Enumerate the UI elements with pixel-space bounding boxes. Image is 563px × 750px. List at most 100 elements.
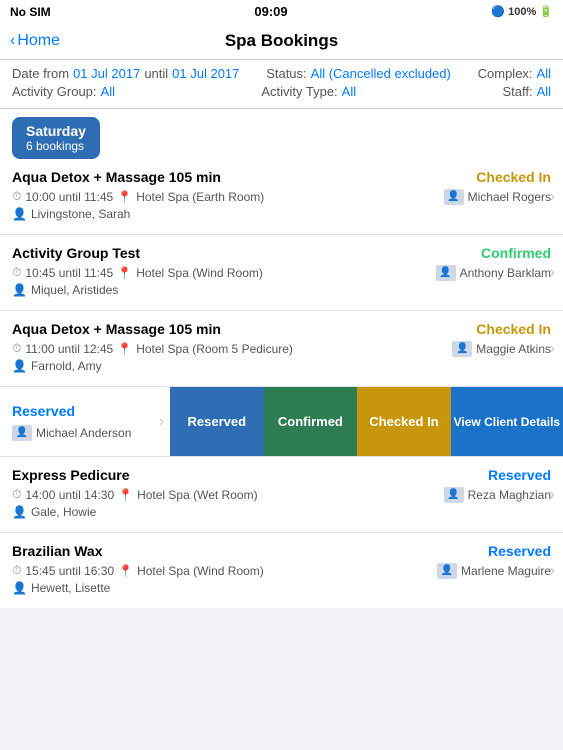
complex-label: Complex: [478,66,533,81]
location-value: Hotel Spa (Wind Room) [136,266,263,280]
booking-right: Confirmed 👤 Anthony Barklam [411,245,551,281]
swipe-action-row: Reserved 👤 Michael Anderson › Reserved C… [0,386,563,456]
date-from-value[interactable]: 01 Jul 2017 [73,66,140,81]
status-value[interactable]: All (Cancelled excluded) [311,66,451,81]
booking-item[interactable]: Aqua Detox + Massage 105 min ⏱ 10:00 unt… [0,159,563,234]
activity-type-value[interactable]: All [342,84,356,99]
swipe-confirmed-button[interactable]: Confirmed [264,387,358,456]
staff-icon: 👤 [444,189,464,205]
activity-group-value[interactable]: All [101,84,115,99]
chevron-icon: › [550,562,555,580]
time-value: 15:45 until 16:30 [25,564,114,578]
staff-row: 👤 Maggie Atkins [452,341,551,357]
location-icon: 📍 [118,564,133,578]
clock-icon: ⏱ [12,265,21,280]
booking-right: Checked In 👤 Maggie Atkins [411,321,551,357]
location-icon: 📍 [117,190,132,204]
booking-left: Activity Group Test ⏱ 10:45 until 11:45 … [12,245,411,300]
activity-type-label: Activity Type: [261,84,337,99]
location-icon: 📍 [117,266,132,280]
day-name: Saturday [26,123,86,139]
location-value: Hotel Spa (Room 5 Pedicure) [136,342,293,356]
clock-icon: ⏱ [12,563,21,578]
bookings-count: 6 bookings [26,139,86,153]
staff-name: Anthony Barklam [460,266,551,280]
status-badge: Reserved [488,467,551,483]
booking-left: Aqua Detox + Massage 105 min ⏱ 11:00 unt… [12,321,411,376]
activity-group-label: Activity Group: [12,84,97,99]
time-value: 14:00 until 14:30 [25,488,114,502]
person-icon: 👤 [12,207,27,221]
swipe-client-row: 👤 Michael Anderson [12,425,158,441]
swipe-reserved-button[interactable]: Reserved [170,387,264,456]
client-name: Farnold, Amy [31,359,102,373]
selected-day-pill[interactable]: Saturday 6 bookings [12,117,100,159]
back-button[interactable]: ‹ Home [10,32,60,50]
swipe-client-name: Michael Anderson [36,426,131,440]
booking-title: Express Pedicure [12,467,411,483]
booking-time: ⏱ 11:00 until 12:45 📍 Hotel Spa (Room 5 … [12,341,411,356]
complex-value[interactable]: All [537,66,551,81]
booking-time: ⏱ 14:00 until 14:30 📍 Hotel Spa (Wet Roo… [12,487,411,502]
nav-bar: ‹ Home Spa Bookings [0,23,563,60]
back-chevron-icon: ‹ [10,32,15,50]
booking-right: Checked In 👤 Michael Rogers [411,169,551,205]
staff-row: 👤 Reza Maghzian [444,487,551,503]
client-name: Hewett, Lisette [31,581,110,595]
chevron-icon: › [550,486,555,504]
booking-title: Aqua Detox + Massage 105 min [12,169,411,185]
booking-left: Express Pedicure ⏱ 14:00 until 14:30 📍 H… [12,467,411,522]
booking-time: ⏱ 10:00 until 11:45 📍 Hotel Spa (Earth R… [12,189,411,204]
booking-item[interactable]: Express Pedicure ⏱ 14:00 until 14:30 📍 H… [0,456,563,532]
date-from-label: Date from [12,66,69,81]
booking-left: Aqua Detox + Massage 105 min ⏱ 10:00 unt… [12,169,411,224]
status-label: Status: [266,66,306,81]
booking-item[interactable]: Aqua Detox + Massage 105 min ⏱ 11:00 unt… [0,310,563,386]
chevron-icon: › [550,188,555,206]
swipe-checked-in-button[interactable]: Checked In [357,387,451,456]
location-value: Hotel Spa (Earth Room) [136,190,264,204]
staff-name: Marlene Maguire [461,564,551,578]
chevron-icon: › [550,264,555,282]
booking-right: Reserved 👤 Reza Maghzian [411,467,551,503]
booking-title: Aqua Detox + Massage 105 min [12,321,411,337]
location-value: Hotel Spa (Wet Room) [137,488,258,502]
status-badge: Reserved [488,543,551,559]
client-name: Gale, Howie [31,505,96,519]
booking-client: 👤 Hewett, Lisette [12,581,411,595]
client-name: Livingstone, Sarah [31,207,130,221]
back-label: Home [17,32,60,50]
staff-value[interactable]: All [537,84,551,99]
staff-icon: 👤 [452,341,472,357]
clock-icon: ⏱ [12,189,21,204]
date-to-value[interactable]: 01 Jul 2017 [172,66,239,81]
status-badge: Checked In [476,321,551,337]
location-value: Hotel Spa (Wind Room) [137,564,264,578]
staff-name: Reza Maghzian [468,488,551,502]
staff-icon: 👤 [444,487,464,503]
booking-left: Brazilian Wax ⏱ 15:45 until 16:30 📍 Hote… [12,543,411,598]
chevron-icon: › [550,340,555,358]
staff-row: 👤 Anthony Barklam [436,265,551,281]
booking-right: Reserved 👤 Marlene Maguire [411,543,551,579]
location-icon: 📍 [118,488,133,502]
swipe-actions: Reserved Confirmed Checked In View Clien… [170,387,563,456]
booking-title: Activity Group Test [12,245,411,261]
booking-item[interactable]: Brazilian Wax ⏱ 15:45 until 16:30 📍 Hote… [0,532,563,608]
staff-row: 👤 Marlene Maguire [437,563,551,579]
person-icon: 👤 [12,359,27,373]
staff-icon: 👤 [436,265,456,281]
swipe-chevron-icon: › [159,413,164,431]
swipe-status-badge: Reserved [12,403,158,419]
booking-client: 👤 Livingstone, Sarah [12,207,411,221]
carrier-label: No SIM [10,5,51,19]
battery-label: 🔵 100% 🔋 [491,5,553,18]
booking-client: 👤 Farnold, Amy [12,359,411,373]
time-value: 10:00 until 11:45 [25,190,113,204]
time-value: 10:45 until 11:45 [25,266,113,280]
person-icon: 👤 [12,505,27,519]
date-pill-container: Saturday 6 bookings [0,109,563,159]
swipe-view-client-details-button[interactable]: View Client Details [451,387,563,456]
booking-item[interactable]: Activity Group Test ⏱ 10:45 until 11:45 … [0,234,563,310]
time-value: 11:00 until 12:45 [25,342,113,356]
